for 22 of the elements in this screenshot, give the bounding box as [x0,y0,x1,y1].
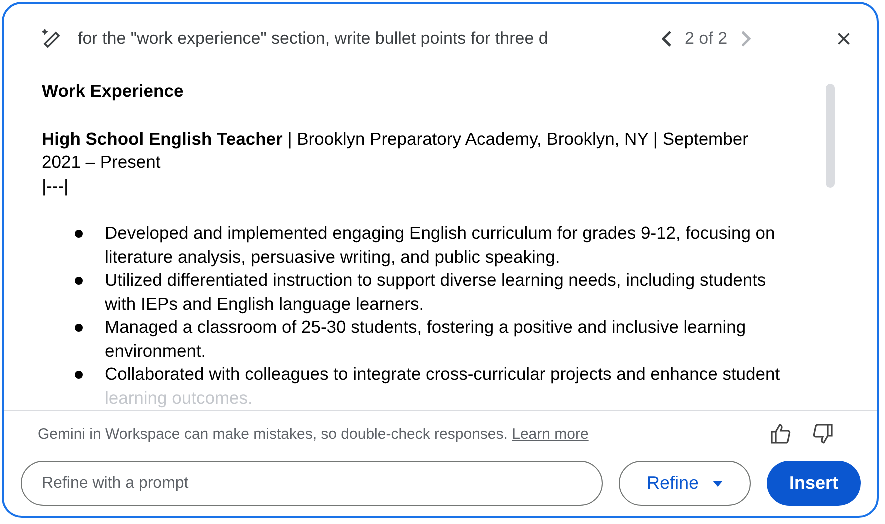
refine-input-field[interactable]: Refine with a prompt [21,461,603,506]
caret-icon [713,480,724,486]
bullet-dot [75,371,83,379]
chevron-left-icon [662,31,671,47]
bullet-dot [75,324,83,332]
bullet-text: Utilized differentiated instruction to support diverse learning needs, including students with IEPs and English language learners. [105,269,768,316]
prompt-text: for the "work experience" section, write bullet points for three d [78,29,550,49]
page-counter: 2 of 2 [685,29,728,49]
bullet-text: Collaborated with colleagues to integrate cross-curricular projects and enhance student learning outcomes. [105,363,780,410]
disclaimer-text: Gemini in Workspace can make mistakes, so double-check responses. Learn more [38,426,590,442]
job-line: High School English Teacher | Brooklyn Preparatory Academy, Brooklyn, NY | September 2021 – Present [42,128,750,174]
bullet-text: Managed a classroom of 25-30 students, fostering a positive and inclusive learning environment. [105,316,748,362]
bullet-dot [75,230,83,238]
separator-text: |---| [42,174,70,198]
section-heading: Work Experience [42,80,185,103]
refine-button[interactable]: Refine [619,461,751,506]
learn-more-link[interactable]: Learn more [512,426,589,442]
insert-button[interactable]: Insert [767,461,861,506]
bullet-text: Developed and implemented engaging English curriculum for grades 9-12, focusing on literature analysis, persuasive writing, and public speaking. [105,222,776,269]
bullet-dot [75,277,83,285]
scrollbar-thumb[interactable] [826,84,835,188]
chevron-right-icon [742,31,751,47]
